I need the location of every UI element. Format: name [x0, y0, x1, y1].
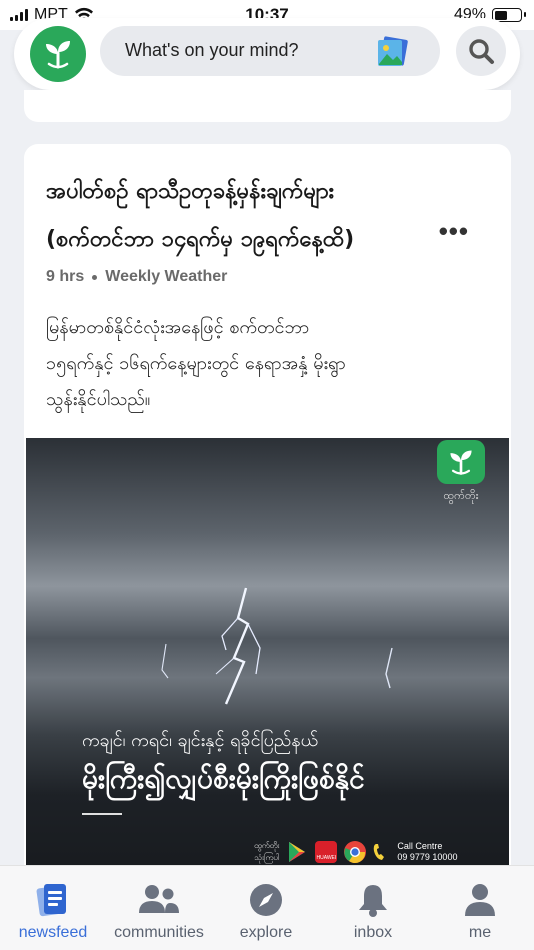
bell-icon	[359, 885, 387, 917]
call-centre-number: 09 9779 10000	[397, 852, 458, 862]
post-body-line: မြန်မာတစ်နိုင်ငံလုံးအနေဖြင့် စက်တင်ဘာ	[46, 317, 310, 338]
chrome-icon	[344, 841, 367, 864]
post-body-line: ၁၅ရက်နှင့် ၁၆ရက်နေ့များတွင် နေရာအနှံ့ မိ…	[46, 353, 346, 374]
post-title-line: (စက်တင်ဘာ ၁၄ရက်မှ ၁၉ရက်နေ့ထိ)	[46, 227, 355, 252]
tab-inbox[interactable]: inbox	[320, 866, 426, 950]
headline-underline	[82, 813, 122, 815]
call-centre-label: Call Centre	[397, 841, 443, 851]
phone-icon	[374, 844, 385, 860]
tab-me[interactable]: me	[427, 866, 533, 950]
sprout-icon	[450, 450, 472, 475]
more-options-button[interactable]: •••	[439, 216, 469, 247]
image-brand-logo	[437, 440, 485, 484]
app-logo[interactable]	[30, 26, 86, 82]
post-composer-input[interactable]: What's on your mind?	[100, 26, 440, 76]
play-store-icon	[289, 842, 306, 862]
image-headline: မိုးကြီး၍လျှပ်စီးမိုးကြိုးဖြစ်နိုင်	[82, 762, 365, 795]
person-icon	[465, 884, 495, 916]
previous-post-card	[24, 90, 511, 122]
post-title-line: အပါတ်စဉ် ရာသီဥတုခန့်မှန်းချက်များ	[46, 179, 335, 204]
footer-brand: ထွက်တိုး	[254, 841, 280, 850]
sprout-icon	[46, 41, 70, 69]
post-image[interactable]: ထွက်တိုး ကချင်၊ ကရင်၊ ချင်းနှင့် ရခိုင်ပ…	[26, 438, 509, 874]
compass-icon	[250, 884, 282, 916]
tab-newsfeed[interactable]: newsfeed	[0, 866, 106, 950]
post-card[interactable]: အပါတ်စဉ် ရာသီဥတုခန့်မှန်းချက်များ (စက်တင…	[24, 144, 511, 874]
lightning-bolt-illustration	[161, 587, 393, 705]
post-title[interactable]: အပါတ်စဉ် ရာသီဥတုခန့်မှန်းချက်များ (စက်တင…	[46, 168, 446, 264]
top-header: What's on your mind?	[14, 18, 520, 90]
post-body-line: သွန်းနိုင်ပါသည်။	[46, 389, 151, 410]
newsfeed-icon	[36, 884, 66, 917]
photo-upload-icon[interactable]	[376, 36, 410, 68]
post-body: မြန်မာတစ်နိုင်ငံလုံးအနေဖြင့် စက်တင်ဘာ ၁၅…	[46, 310, 501, 418]
image-subtitle: ကချင်၊ ကရင်၊ ချင်းနှင့် ရခိုင်ပြည်နယ်	[82, 730, 319, 751]
communities-icon	[139, 885, 179, 913]
tab-label: communities	[114, 924, 204, 941]
composer-placeholder: What's on your mind?	[125, 40, 299, 60]
separator-dot	[92, 274, 98, 280]
post-time: 9 hrs	[46, 268, 85, 285]
image-brand-label: ထွက်တိုး	[443, 489, 479, 502]
tab-label: newsfeed	[18, 924, 88, 941]
tab-label: explore	[239, 924, 293, 941]
huawei-label: HUAWEI	[316, 855, 337, 861]
search-icon	[469, 39, 494, 64]
search-button[interactable]	[456, 26, 506, 76]
tab-communities[interactable]: communities	[106, 866, 212, 950]
footer-brand-sub: သုံးကြပါ	[254, 853, 280, 862]
tab-label: me	[468, 924, 492, 941]
call-centre: Call Centre 09 9779 10000	[397, 841, 457, 863]
huawei-appgallery-icon: HUAWEI	[315, 841, 338, 863]
image-footer: ထွက်တိုး သုံးကြပါ HUAWEI Call Centre 09 …	[254, 836, 489, 868]
community-link[interactable]: Weekly Weather	[105, 268, 227, 286]
tab-label: inbox	[353, 924, 393, 941]
bottom-nav: newsfeed communities explore inbox me	[0, 865, 534, 950]
post-meta: 9 hrs Weekly Weather	[46, 268, 227, 286]
tab-explore[interactable]: explore	[213, 866, 319, 950]
